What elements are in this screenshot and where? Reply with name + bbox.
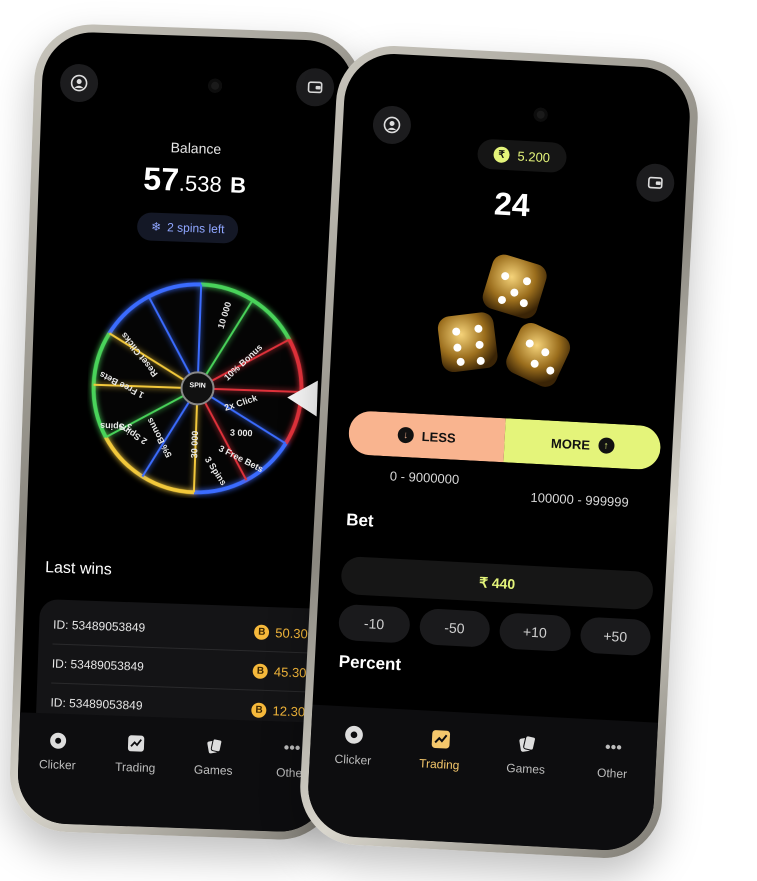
nav-clicker[interactable]: Clicker [318,723,390,769]
more-range: 100000 - 999999 [530,489,630,510]
bet-plus-10-button[interactable]: +10 [498,612,572,652]
more-label: MORE [550,435,591,453]
balance-chip: ₹ 5.200 [476,138,567,174]
balance-chip-value: 5.200 [517,148,551,165]
balance-integer: 57 [142,160,180,198]
right-phone: ₹ 5.200 24 ↓ LESS MORE ↑ 0 - 9000000 100… [297,43,701,861]
more-dots-icon: ••• [604,738,623,757]
more-dots-icon: ••• [283,739,301,758]
chart-icon [127,735,145,752]
less-range: 0 - 9000000 [389,468,460,487]
nav-games[interactable]: Games [178,736,249,778]
bottom-nav: Clicker Trading Games ••• Other [305,704,659,853]
profile-icon [70,74,88,92]
wheel-spin-center[interactable]: SPIN [184,382,212,390]
spins-left-badge: ❄ 2 spins left [136,212,240,244]
nav-label: Other [596,765,628,782]
wheel-pointer [286,379,318,417]
clicker-icon [345,725,364,744]
bitcoin-icon: B [251,701,267,718]
win-id: ID: 53489053849 [52,617,146,635]
nav-label: Trading [114,759,156,776]
nav-label: Clicker [334,751,372,768]
wheel-segment: 3 Spins [99,421,133,433]
bet-plus-50-button[interactable]: +50 [579,616,652,657]
front-camera [533,107,549,123]
bet-adjust-row: -10 -50 +10 +50 [337,603,652,657]
win-amount: B 45.300 [252,662,314,680]
result-number: 24 [493,185,531,224]
bet-minus-50-button[interactable]: -50 [418,608,491,648]
bitcoin-icon: B [252,662,269,679]
spins-left-text: 2 spins left [166,220,225,237]
last-wins-title: Last wins [44,559,113,579]
rupee-icon: ₹ [493,146,510,164]
nav-label: Games [193,762,233,778]
wallet-icon [307,81,323,94]
win-id: ID: 53489053849 [51,656,145,674]
clicker-icon [50,732,67,749]
less-label: LESS [421,428,457,446]
arrow-down-icon: ↓ [397,426,415,444]
dice-icon [437,254,571,387]
balance-unit: B [229,172,247,198]
less-button[interactable]: ↓ LESS [347,410,506,463]
bottom-nav: Clicker Trading Games ••• Other [16,712,332,834]
nav-clicker[interactable]: Clicker [22,731,93,773]
nav-other[interactable]: ••• Other [577,737,649,783]
nav-label: Games [506,760,546,777]
wallet-button[interactable] [295,67,335,107]
balance-value: 57.538 B [38,157,351,205]
profile-button[interactable] [59,63,99,103]
chart-icon [431,730,450,749]
win-amount: B 50.300 [254,624,315,641]
wallet-icon [647,176,663,189]
less-more-toggle: ↓ LESS MORE ↑ [347,410,662,471]
win-id: ID: 53489053849 [50,695,143,713]
nav-games[interactable]: Games [490,732,562,778]
wheel-segment: 3 000 [229,427,253,439]
spin-wheel[interactable]: SPIN 10 000 10% Bonus 2x Click 3 000 3 F… [84,275,312,503]
nav-label: Trading [418,756,460,773]
cards-icon [207,738,223,754]
balance-decimal: .538 [178,170,223,198]
profile-icon [383,116,401,134]
bet-title: Bet [345,510,375,531]
bet-input[interactable]: ₹ 440 [340,555,654,611]
bet-minus-10-button[interactable]: -10 [337,603,411,644]
profile-button[interactable] [372,104,412,145]
snowflake-icon: ❄ [150,219,162,235]
dice-illustration [429,246,587,404]
nav-trading[interactable]: Trading [404,728,476,774]
front-camera [207,78,223,94]
wheel-segment: 30 000 [189,430,201,459]
more-button[interactable]: MORE ↑ [503,418,662,471]
percent-title: Percent [338,651,402,675]
bitcoin-icon: B [254,624,270,640]
nav-label: Clicker [38,757,76,773]
cards-icon [519,735,537,752]
nav-trading[interactable]: Trading [100,733,171,775]
arrow-up-icon: ↑ [597,437,615,454]
right-phone-screen: ₹ 5.200 24 ↓ LESS MORE ↑ 0 - 9000000 100… [305,51,693,853]
